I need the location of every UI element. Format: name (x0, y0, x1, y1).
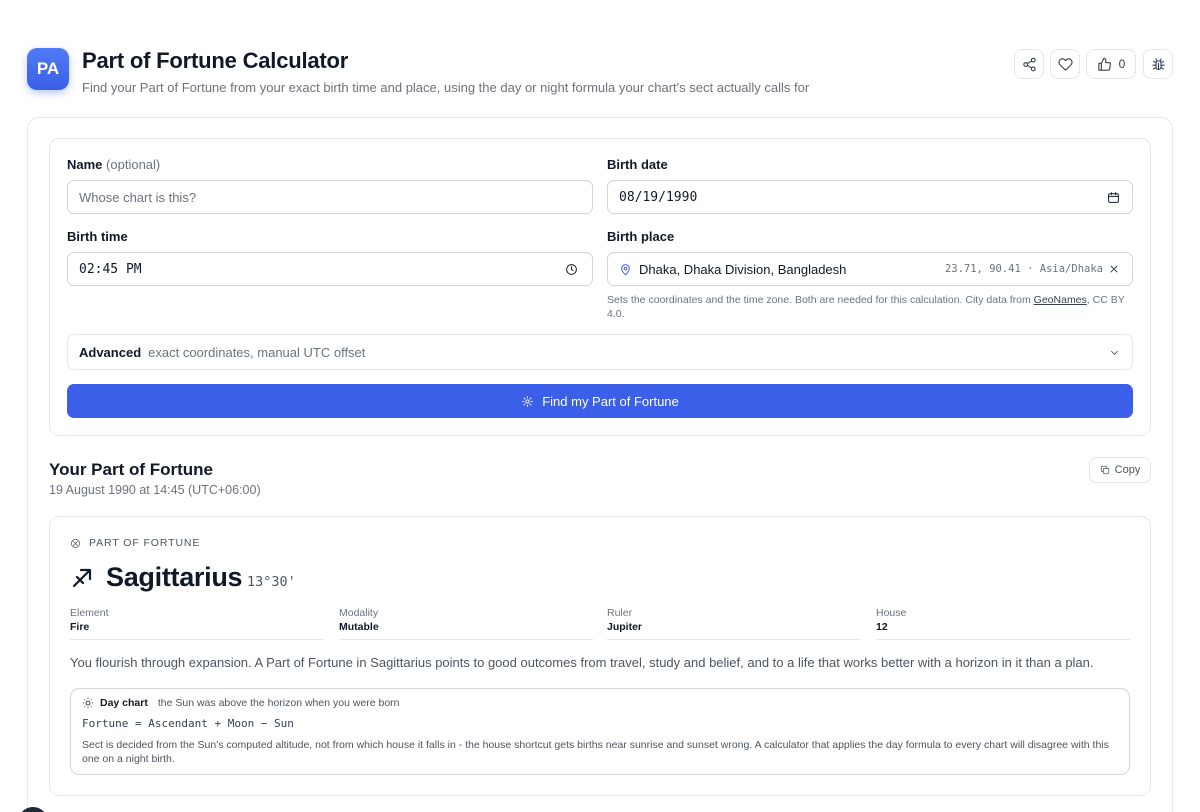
submit-label: Find my Part of Fortune (542, 393, 679, 409)
birth-place-help: Sets the coordinates and the time zone. … (607, 293, 1137, 321)
advanced-label: Advanced (79, 344, 142, 360)
sect-header: Day chart the Sun was above the horizon … (82, 697, 400, 709)
thumbs-up-icon (1097, 57, 1111, 71)
attribute-modality: Modality Mutable (339, 607, 593, 640)
page-subtitle: Find your Part of Fortune from your exac… (82, 80, 810, 95)
sparkle-icon (522, 395, 534, 407)
result-eyebrow: PART OF FORTUNE (70, 537, 200, 549)
attribute-value: Mutable (339, 621, 379, 633)
geonames-link[interactable]: GeoNames (1034, 294, 1087, 306)
calendar-icon[interactable] (1107, 191, 1120, 204)
share-button[interactable] (1014, 49, 1044, 79)
sign-degree: 13°30' (247, 574, 296, 590)
birth-place-value: Dhaka, Dhaka Division, Bangladesh (639, 261, 847, 277)
result-description: You flourish through expansion. A Part o… (70, 655, 1094, 670)
name-input[interactable]: Whose chart is this? (67, 180, 593, 214)
sect-detail: the Sun was above the horizon when you w… (157, 697, 400, 709)
result-title: Your Part of Fortune (49, 460, 214, 479)
copy-button[interactable]: Copy (1089, 457, 1151, 483)
attribute-value: Jupiter (607, 621, 643, 633)
share-icon (1022, 57, 1036, 71)
birth-date-label: Birth date (607, 157, 668, 172)
coordinates-timezone: 23.71, 90.41 · Asia/Dhaka (944, 263, 1103, 275)
name-label-text: Name (67, 157, 103, 172)
sect-label: Day chart (100, 697, 148, 709)
birth-place-label: Birth place (607, 229, 675, 244)
birth-date-value: 08/19/1990 (619, 189, 698, 205)
sect-note: Sect is decided from the Sun's computed … (82, 739, 1109, 765)
birth-time-value: 02:45 PM (79, 261, 142, 277)
optional-tag: (optional) (106, 157, 161, 172)
favorite-button[interactable] (1050, 49, 1080, 79)
attribute-key: Ruler (607, 607, 633, 619)
eyebrow-label: PART OF FORTUNE (89, 537, 201, 549)
attribute-value: Fire (70, 621, 90, 633)
chevron-down-icon (1110, 350, 1119, 355)
clear-icon[interactable] (1108, 263, 1120, 275)
birth-time-input[interactable]: 02:45 PM (67, 252, 593, 286)
like-count: 0 (1118, 57, 1126, 71)
attribute-key: Element (70, 607, 109, 619)
birth-place-input[interactable]: Dhaka, Dhaka Division, Bangladesh 23.71,… (607, 252, 1133, 286)
result-datetime: 19 August 1990 at 14:45 (UTC+06:00) (49, 483, 261, 497)
location-pin-icon (621, 263, 630, 275)
app-logo: PA (27, 48, 69, 90)
copy-icon (1100, 465, 1109, 475)
like-button[interactable]: 0 (1086, 49, 1136, 79)
help-text: Sets the coordinates and the time zone. … (607, 294, 1034, 306)
report-bug-button[interactable] (1143, 49, 1173, 79)
copy-label: Copy (1114, 464, 1141, 476)
fortune-symbol-icon (71, 538, 80, 548)
clock-icon[interactable] (565, 263, 578, 276)
attribute-ruler: Ruler Jupiter (607, 607, 861, 640)
attribute-house: House 12 (876, 607, 1130, 640)
attribute-key: Modality (339, 607, 379, 619)
advanced-hint: exact coordinates, manual UTC offset (148, 344, 366, 360)
find-part-of-fortune-button[interactable]: Find my Part of Fortune (67, 384, 1133, 418)
name-placeholder: Whose chart is this? (79, 189, 197, 205)
sign-name: Sagittarius (106, 562, 243, 592)
name-label: Name (optional) (67, 157, 160, 172)
page-title: Part of Fortune Calculator (82, 48, 349, 73)
attribute-value: 12 (876, 621, 888, 633)
fortune-formula: Fortune = Ascendant + Moon − Sun (82, 717, 294, 730)
advanced-toggle[interactable]: Advanced exact coordinates, manual UTC o… (67, 334, 1133, 370)
sagittarius-icon (70, 566, 94, 590)
heart-icon (1057, 57, 1073, 71)
attribute-element: Element Fire (70, 607, 324, 640)
sun-icon (83, 698, 93, 708)
attribute-key: House (876, 607, 907, 619)
birth-date-input[interactable]: 08/19/1990 (607, 180, 1133, 214)
birth-time-label: Birth time (67, 229, 128, 244)
bug-icon (1151, 57, 1165, 70)
